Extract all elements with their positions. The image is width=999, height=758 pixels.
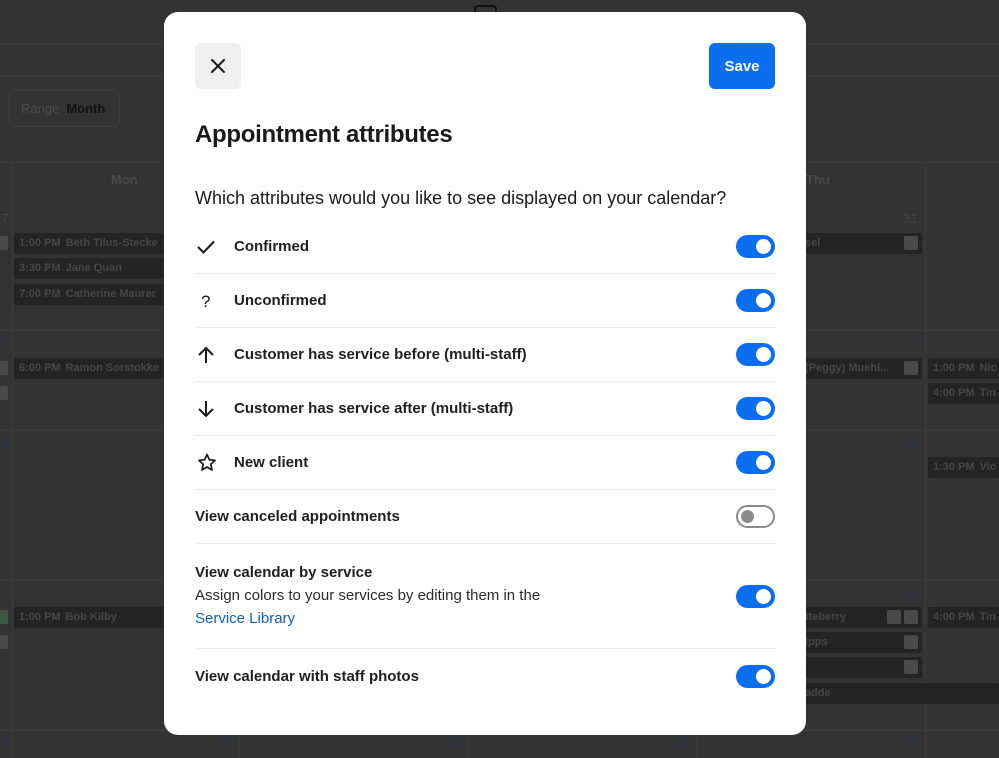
attribute-row-unconfirmed: ? Unconfirmed	[195, 274, 775, 328]
date: 27	[0, 211, 9, 226]
star-icon	[198, 453, 216, 471]
date: 21	[904, 586, 919, 601]
attribute-label: New client	[234, 454, 309, 471]
appointment-attributes-dialog: Save Appointment attributes Which attrib…	[164, 12, 806, 735]
calendar-event[interactable]: 1:00 PM Beth Tilus-Stecke	[14, 233, 174, 254]
unconfirmed-toggle[interactable]	[736, 289, 775, 312]
date: 10	[0, 436, 9, 451]
save-button[interactable]: Save	[709, 43, 775, 89]
staff-photos-label: View calendar with staff photos	[195, 667, 419, 685]
range-value: Month	[66, 101, 106, 116]
date: 14	[904, 436, 919, 451]
service-library-link[interactable]: Service Library	[195, 610, 295, 627]
calendar-event[interactable]: 3:30 PM Jane Quan	[14, 258, 174, 279]
attribute-row-service-after: Customer has service after (multi-staff)	[195, 382, 775, 436]
calendar-event[interactable]: 1:30 PM Vic	[928, 457, 999, 478]
attribute-row-confirmed: Confirmed	[195, 220, 775, 274]
calendar-event[interactable]: 7:00 PM Catherine Maurer	[14, 284, 174, 305]
check-icon	[197, 240, 215, 254]
date: 31	[903, 211, 918, 226]
arrow-up-icon	[198, 346, 214, 363]
day-header-mon: Mon	[111, 172, 138, 187]
svg-text:?: ?	[201, 292, 210, 310]
view-canceled-label: View canceled appointments	[195, 508, 400, 525]
calendar-event[interactable]: 4:00 PM Tin	[928, 607, 999, 628]
attribute-label: Customer has service before (multi-staff…	[234, 346, 527, 363]
date: 26	[447, 735, 462, 750]
attribute-label: Unconfirmed	[234, 292, 327, 309]
confirmed-toggle[interactable]	[736, 235, 775, 258]
service-after-toggle[interactable]	[736, 397, 775, 420]
date: 7	[913, 336, 921, 351]
view-by-service-toggle[interactable]	[736, 584, 775, 608]
question-icon: ?	[201, 292, 210, 310]
service-before-toggle[interactable]	[736, 343, 775, 366]
staff-photos-toggle[interactable]	[736, 664, 775, 688]
close-icon	[211, 59, 225, 73]
date: 17	[0, 586, 9, 601]
attribute-row-service-before: Customer has service before (multi-staff…	[195, 328, 775, 382]
calendar-event[interactable]: 1:00 PM Nic	[928, 358, 999, 379]
calendar-event[interactable]: 1:00 PM Bob Kilby	[14, 607, 174, 628]
date: 24	[0, 735, 9, 750]
close-button[interactable]	[195, 43, 241, 89]
calendar-event[interactable]: 4:00 PM Tin	[928, 383, 999, 404]
dialog-title: Appointment attributes	[195, 121, 453, 148]
date: 3	[0, 336, 6, 351]
view-by-service-row: View calendar by service Assign colors t…	[195, 544, 775, 649]
range-selector[interactable]: Range Month	[9, 90, 120, 127]
new-client-toggle[interactable]	[736, 451, 775, 474]
range-label: Range	[21, 101, 60, 116]
attribute-label: Confirmed	[234, 238, 309, 255]
date: 28	[904, 735, 919, 750]
arrow-down-icon	[198, 400, 214, 417]
day-header-thu: Thu	[806, 172, 830, 187]
attribute-label: Customer has service after (multi-staff)	[234, 400, 514, 417]
date: 25	[219, 735, 234, 750]
attribute-row-new-client: New client	[195, 436, 775, 490]
view-canceled-toggle[interactable]	[736, 505, 775, 528]
dialog-question: Which attributes would you like to see d…	[195, 188, 727, 208]
view-by-service-label: View calendar by service	[195, 564, 373, 581]
calendar-event[interactable]: 6:00 PM Ramon Sorstokke	[14, 358, 174, 379]
view-canceled-row: View canceled appointments	[195, 490, 775, 544]
date: 27	[676, 735, 691, 750]
calendar-event[interactable]: adde	[800, 683, 999, 704]
view-by-service-description: Assign colors to your services by editin…	[195, 587, 541, 604]
staff-photos-row: View calendar with staff photos	[195, 649, 775, 703]
